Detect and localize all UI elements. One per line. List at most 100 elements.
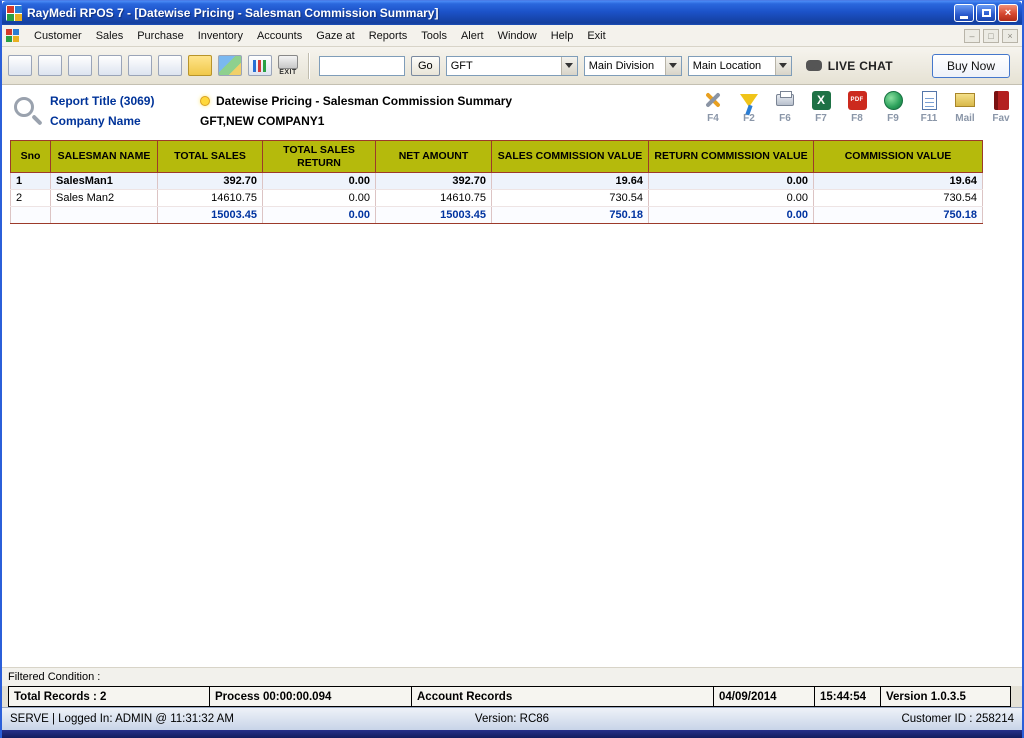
quick-search-input[interactable] [319,56,405,76]
print-icon[interactable] [68,55,92,76]
pdf-export-f8-button[interactable]: PDF F8 [842,89,872,124]
col-total-sales[interactable]: TOTAL SALES [158,141,263,173]
excel-export-f7-button[interactable]: X F7 [806,89,836,124]
image-icon[interactable] [218,55,242,76]
table-header-row: Sno SALESMAN NAME TOTAL SALES TOTAL SALE… [11,141,983,173]
window-title: RayMedi RPOS 7 - [Datewise Pricing - Sal… [27,6,954,20]
total-total-sales-return: 0.00 [263,207,376,224]
mdi-restore-button[interactable]: □ [983,29,999,43]
settings-f4-button[interactable]: F4 [698,89,728,124]
company-name-value: GFT,NEW COMPANY1 [200,114,324,128]
notes-icon[interactable] [128,55,152,76]
window-bottom-border [2,730,1022,738]
table-report-icon[interactable] [8,55,32,76]
totals-row: 15003.45 0.00 15003.45 750.18 0.00 750.1… [11,207,983,224]
titlebar[interactable]: RayMedi RPOS 7 - [Datewise Pricing - Sal… [2,1,1022,25]
open-folder-icon[interactable] [188,55,212,76]
col-total-sales-return[interactable]: TOTAL SALES RETURN [263,141,376,173]
document-search-icon[interactable] [158,55,182,76]
preview-f11-button[interactable]: F11 [914,89,944,124]
menu-accounts[interactable]: Accounts [250,27,309,45]
fn-label: F9 [887,113,899,124]
close-button[interactable]: × [998,4,1018,22]
total-sno [11,207,51,224]
col-sno[interactable]: Sno [11,141,51,173]
live-chat-button[interactable]: LIVE CHAT [806,59,893,73]
menu-exit[interactable]: Exit [580,27,612,45]
app-window: RayMedi RPOS 7 - [Datewise Pricing - Sal… [0,0,1024,738]
account-records-status: Account Records [411,686,714,707]
mdi-minimize-button[interactable]: – [964,29,980,43]
location-dropdown[interactable]: Main Location [688,56,792,76]
commission-table: Sno SALESMAN NAME TOTAL SALES TOTAL SALE… [10,140,983,224]
print-f6-button[interactable]: F6 [770,89,800,124]
mail-icon [955,93,975,107]
mail-button[interactable]: Mail [950,89,980,124]
filter-f2-button[interactable]: F2 [734,89,764,124]
exit-button[interactable]: EXIT [278,55,298,76]
chevron-down-icon [775,57,791,75]
report-body: Sno SALESMAN NAME TOTAL SALES TOTAL SALE… [2,139,1022,667]
login-status: SERVE | Logged In: ADMIN @ 11:31:32 AM [10,713,234,725]
filter-icon [740,94,758,107]
fn-label: Mail [955,113,974,124]
total-return-commission-value: 0.00 [649,207,814,224]
customer-id: Customer ID : 258214 [901,713,1014,725]
menu-sales[interactable]: Sales [89,27,131,45]
menu-window[interactable]: Window [491,27,544,45]
mdi-close-button[interactable]: × [1002,29,1018,43]
minimize-button[interactable] [954,4,974,22]
chart-icon[interactable] [248,55,272,76]
menu-reports[interactable]: Reports [362,27,415,45]
menu-tools[interactable]: Tools [414,27,454,45]
division-dropdown[interactable]: Main Division [584,56,682,76]
report-title-label: Report Title (3069) [50,94,200,108]
calculator-icon[interactable] [98,55,122,76]
menu-gaze-at[interactable]: Gaze at [309,27,362,45]
buy-now-button[interactable]: Buy Now [932,54,1010,78]
settings-icon [702,89,724,111]
cell-net-amount: 392.70 [376,173,492,190]
version-status: Version 1.0.3.5 [880,686,1011,707]
excel-export-icon: X [812,91,831,110]
cell-total-sales-return: 0.00 [263,190,376,207]
pdf-export-icon: PDF [848,91,867,110]
cell-total-sales: 14610.75 [158,190,263,207]
maximize-button[interactable] [976,4,996,22]
cell-sno: 2 [11,190,51,207]
table-row[interactable]: 1 SalesMan1 392.70 0.00 392.70 19.64 0.0… [11,173,983,190]
fn-label: F8 [851,113,863,124]
process-time-status: Process 00:00:00.094 [209,686,412,707]
date-status: 04/09/2014 [713,686,815,707]
total-salesman-name [51,207,158,224]
company-dropdown[interactable]: GFT [446,56,578,76]
col-salesman-name[interactable]: SALESMAN NAME [51,141,158,173]
fn-label: F7 [815,113,827,124]
col-commission-value[interactable]: COMMISSION VALUE [814,141,983,173]
cell-total-sales: 392.70 [158,173,263,190]
col-return-commission-value[interactable]: RETURN COMMISSION VALUE [649,141,814,173]
favorites-icon [994,91,1009,110]
cell-sno: 1 [11,173,51,190]
web-export-f9-button[interactable]: F9 [878,89,908,124]
function-icon-row: F4 F2 F6 X F7 PDF F8 F9 [698,89,1016,124]
menu-inventory[interactable]: Inventory [191,27,250,45]
app-logo-icon [6,5,22,21]
toolbar-separator [308,53,309,79]
save-report-icon[interactable] [38,55,62,76]
division-dropdown-value: Main Division [589,60,661,72]
preview-icon [922,91,937,110]
menu-alert[interactable]: Alert [454,27,491,45]
menu-help[interactable]: Help [544,27,581,45]
col-sales-commission-value[interactable]: SALES COMMISSION VALUE [492,141,649,173]
cell-total-sales-return: 0.00 [263,173,376,190]
location-dropdown-value: Main Location [693,60,771,72]
go-button[interactable]: Go [411,56,440,76]
menu-purchase[interactable]: Purchase [130,27,190,45]
favorites-button[interactable]: Fav [986,89,1016,124]
col-net-amount[interactable]: NET AMOUNT [376,141,492,173]
menu-customer[interactable]: Customer [27,27,89,45]
search-magnifier-icon[interactable] [14,97,34,117]
table-row[interactable]: 2 Sales Man2 14610.75 0.00 14610.75 730.… [11,190,983,207]
maximize-icon [982,9,991,17]
